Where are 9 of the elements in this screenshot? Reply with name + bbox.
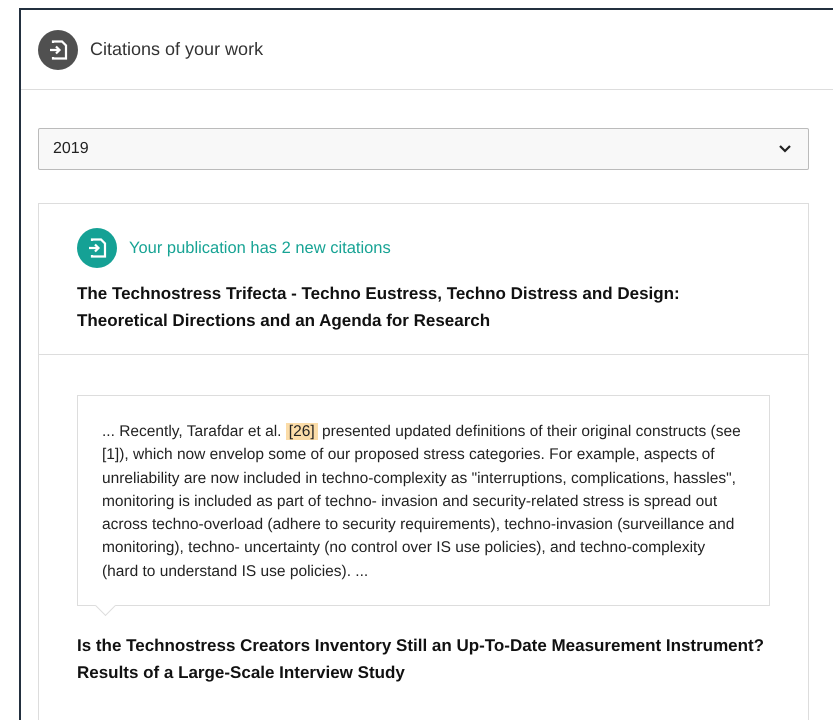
- year-dropdown[interactable]: 2019: [38, 128, 809, 170]
- chevron-down-icon: [778, 144, 792, 154]
- publication-title[interactable]: The Technostress Trifecta - Techno Eustress, Techno Distress and Design: Theoretical Directions and an Agenda for Research: [77, 280, 770, 334]
- citation-excerpt: ... Recently, Tarafdar et al. [26] presented updated definitions of their original constructs (see [1]), which now envelop some of our proposed stress categories. For example, aspects of unreliability are now included in techno-complexity as "interruptions, complications, hassles", monitoring is included as part of techno- invasion and security-related stress is spread out across techno-overload (adhere to security requirements), techno-invasion (surveillance and monitoring), techno- uncertainty (no control over IS use policies), and techno-complexity (hard to understand IS use policies). ...: [102, 422, 742, 582]
- citing-publication-title[interactable]: Is the Technostress Creators Inventory Still an Up-To-Date Measurement Instrument? Results of a Large-Scale Interview Study: [77, 632, 770, 686]
- citation-notice: Your publication has 2 new citations: [129, 238, 391, 258]
- panel-title: Citations of your work: [90, 39, 264, 60]
- citation-icon: [77, 228, 117, 268]
- citation-icon: [38, 30, 78, 70]
